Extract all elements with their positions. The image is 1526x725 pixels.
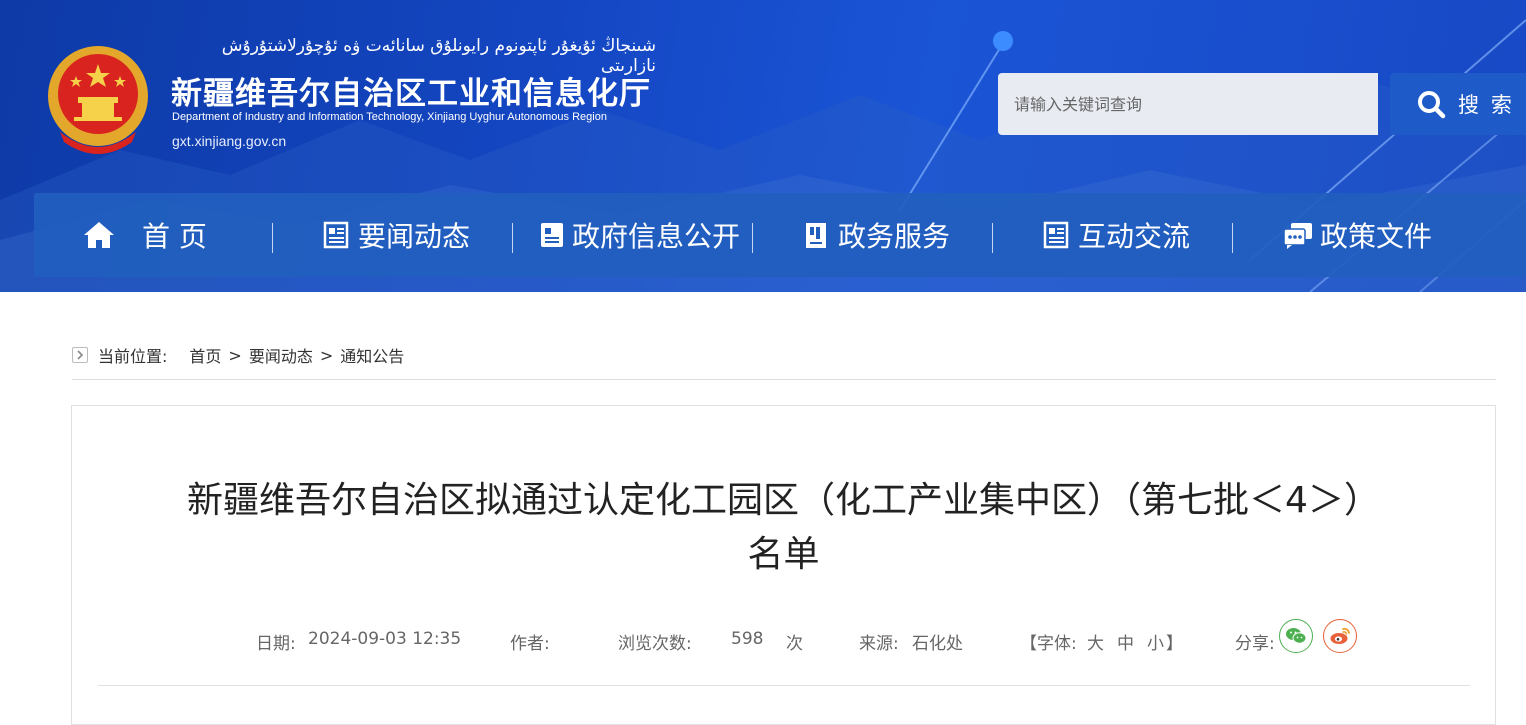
nav-divider: [992, 223, 993, 253]
interact-icon: [1043, 221, 1069, 249]
nav-item-gov-info[interactable]: 政府信息公开: [538, 193, 740, 277]
share-wechat-button[interactable]: [1279, 619, 1313, 653]
nav-divider: [512, 223, 513, 253]
share-label: 分享:: [1235, 634, 1275, 654]
site-english-title: Department of Industry and Information T…: [172, 111, 607, 123]
breadcrumb-link-news[interactable]: 要闻动态: [249, 343, 313, 367]
search-icon: [1418, 91, 1446, 119]
nav-item-policy[interactable]: 政策文件: [1282, 193, 1432, 277]
chevron-right-icon: [72, 347, 88, 363]
weibo-icon: [1330, 627, 1350, 644]
view-count: 598: [731, 629, 764, 649]
search-button-label: 搜 索: [1458, 94, 1515, 117]
policy-icon: [1283, 223, 1312, 249]
wechat-icon: [1286, 628, 1307, 644]
nav-item-label: 政务服务: [838, 220, 951, 253]
news-icon: [323, 221, 349, 249]
breadcrumb-label: 当前位置:: [98, 347, 168, 366]
breadcrumb-separator: >: [228, 345, 242, 365]
nav-item-service[interactable]: 政务服务: [802, 193, 950, 277]
service-icon: [806, 223, 826, 248]
article-title-line: 新疆维吾尔自治区拟通过认定化工园区（化工产业集中区）（第七批＜4＞）: [187, 480, 1380, 521]
nav-item-home[interactable]: 首 页: [82, 193, 207, 277]
source-value: 石化处: [912, 634, 963, 654]
main-nav: 首 页 要闻动态 政府信息公开 政务服务 互动交流 政策文件: [34, 193, 1526, 277]
breadcrumb-divider: [72, 379, 1496, 380]
nav-item-interact[interactable]: 互动交流: [1042, 193, 1190, 277]
site-url: gxt.xinjiang.gov.cn: [172, 133, 287, 149]
nav-divider: [1232, 223, 1233, 253]
nav-divider: [272, 223, 273, 253]
site-header: شىنجاڭ ئۇيغۇر ئاپتونوم رايونلۇق سانائەت …: [0, 0, 1526, 292]
home-icon: [84, 222, 114, 248]
breadcrumb-link-home[interactable]: 首页: [189, 343, 221, 367]
font-size-large-button[interactable]: 大: [1087, 629, 1104, 654]
article-panel: 新疆维吾尔自治区拟通过认定化工园区（化工产业集中区）（第七批＜4＞） 名单 日期…: [71, 405, 1496, 725]
breadcrumb-separator: >: [319, 345, 334, 365]
nav-item-news[interactable]: 要闻动态: [322, 193, 470, 277]
article-title-line: 名单: [747, 534, 820, 575]
nav-item-label: 政府信息公开: [572, 220, 741, 253]
nav-item-label: 首 页: [142, 220, 207, 253]
national-emblem-icon: [48, 46, 148, 154]
date-label: 日期:: [256, 634, 296, 654]
font-size-bracket: 】: [1166, 634, 1183, 654]
article-meta: 日期: 2024-09-03 12:35 作者: 浏览次数: 598 次 来源:…: [72, 617, 1495, 663]
article-title: 新疆维吾尔自治区拟通过认定化工园区（化工产业集中区）（第七批＜4＞） 名单: [72, 474, 1495, 582]
views-label: 浏览次数:: [618, 634, 692, 654]
search-button[interactable]: 搜 索: [1390, 73, 1526, 135]
views-unit: 次: [786, 634, 803, 654]
breadcrumb-link-notices[interactable]: 通知公告: [340, 343, 404, 367]
info-icon: [541, 223, 563, 247]
nav-item-label: 政策文件: [1320, 220, 1433, 253]
font-size-small-button[interactable]: 小: [1147, 629, 1164, 654]
site-title[interactable]: 新疆维吾尔自治区工业和信息化厅: [171, 68, 651, 113]
nav-divider: [752, 223, 753, 253]
search-input[interactable]: [998, 73, 1378, 135]
nav-item-label: 互动交流: [1078, 220, 1191, 253]
nav-item-label: 要闻动态: [358, 220, 471, 253]
share-weibo-button[interactable]: [1323, 619, 1357, 653]
article-divider: [98, 685, 1470, 686]
breadcrumb: 当前位置: 首页 > 要闻动态 > 通知公告: [72, 343, 404, 367]
font-size-medium-button[interactable]: 中: [1117, 629, 1134, 654]
font-size-label: 【字体:: [1020, 634, 1077, 654]
publish-date: 2024-09-03 12:35: [308, 629, 462, 649]
author-label: 作者:: [510, 634, 550, 654]
source-label: 来源:: [859, 634, 899, 654]
